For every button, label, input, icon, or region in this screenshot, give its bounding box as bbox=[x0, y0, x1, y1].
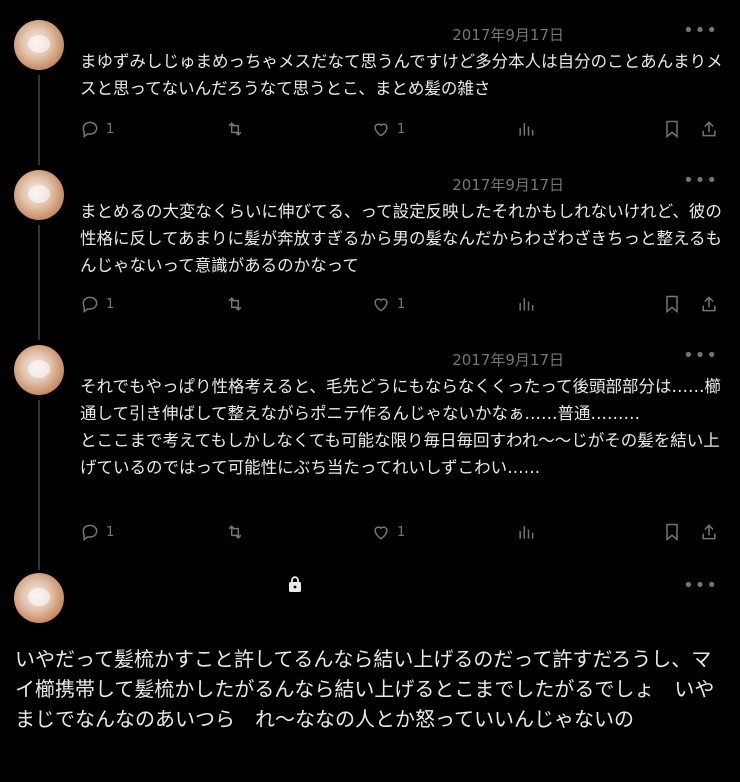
reply-icon bbox=[82, 121, 98, 138]
bookmark-icon bbox=[666, 523, 678, 542]
analytics-icon bbox=[519, 526, 534, 539]
tweet-text: まとめるの大変なくらいに伸びてる、って設定反映したそれかもしれないけれど、彼の性… bbox=[80, 202, 723, 275]
share-icon bbox=[702, 524, 716, 540]
tweet-date[interactable]: 2017年9月17日 bbox=[452, 24, 564, 45]
tweet-actions: 1 1 bbox=[80, 119, 725, 141]
views-button[interactable] bbox=[516, 522, 536, 542]
reply-icon bbox=[82, 524, 98, 541]
share-button[interactable] bbox=[699, 119, 719, 139]
heart-icon bbox=[374, 298, 388, 312]
reply-count: 1 bbox=[106, 121, 115, 137]
thread-line bbox=[38, 400, 40, 570]
reply-button[interactable]: 1 bbox=[80, 119, 114, 139]
share-button[interactable] bbox=[699, 294, 719, 314]
share-icon bbox=[702, 121, 716, 137]
thread-tweet-3[interactable]: 2017年9月17日 ••• それでもやっぱり性格考えると、毛先どうにもならなく… bbox=[0, 340, 740, 570]
bookmark-icon bbox=[666, 295, 678, 314]
tweet-actions: 1 1 bbox=[80, 294, 725, 316]
reply-button[interactable]: 1 bbox=[80, 522, 114, 542]
reply-count: 1 bbox=[106, 296, 115, 312]
analytics-icon bbox=[519, 123, 534, 136]
share-button[interactable] bbox=[699, 522, 719, 542]
views-button[interactable] bbox=[516, 119, 536, 139]
avatar[interactable] bbox=[14, 573, 64, 623]
like-count: 1 bbox=[397, 296, 406, 312]
retweet-icon bbox=[228, 122, 242, 136]
bookmark-button[interactable] bbox=[662, 522, 682, 542]
retweet-icon bbox=[228, 525, 242, 539]
views-button[interactable] bbox=[516, 294, 536, 314]
like-count: 1 bbox=[397, 524, 406, 540]
retweet-icon bbox=[228, 297, 242, 311]
like-button[interactable]: 1 bbox=[371, 294, 405, 314]
reply-button[interactable]: 1 bbox=[80, 294, 114, 314]
thread-line bbox=[38, 75, 40, 165]
retweet-button[interactable] bbox=[225, 119, 245, 139]
more-icon[interactable]: ••• bbox=[683, 20, 718, 41]
like-button[interactable]: 1 bbox=[371, 119, 405, 139]
retweet-button[interactable] bbox=[225, 522, 245, 542]
lock-icon bbox=[289, 576, 301, 592]
like-button[interactable]: 1 bbox=[371, 522, 405, 542]
thread-tweet-1[interactable]: 2017年9月17日 ••• まゆずみしじゅまめっちゃメスだなて思うんですけど多… bbox=[0, 0, 740, 165]
retweet-button[interactable] bbox=[225, 294, 245, 314]
tweet-date[interactable]: 2017年9月17日 bbox=[452, 174, 564, 195]
thread-line bbox=[38, 225, 40, 340]
thread-tweet-2[interactable]: 2017年9月17日 ••• まとめるの大変なくらいに伸びてる、って設定反映した… bbox=[0, 165, 740, 340]
tweet-text: まゆずみしじゅまめっちゃメスだなて思うんですけど多分本人は自分のことあんまりメス… bbox=[80, 52, 723, 98]
analytics-icon bbox=[519, 298, 534, 311]
avatar[interactable] bbox=[14, 20, 64, 70]
heart-icon bbox=[374, 526, 388, 540]
tweet-date[interactable]: 2017年9月17日 bbox=[452, 349, 564, 370]
main-tweet-text: いやだって髪梳かすこと許してるんなら結い上げるのだって許すだろうし、マイ櫛携帯し… bbox=[15, 647, 715, 731]
avatar[interactable] bbox=[14, 345, 64, 395]
bookmark-button[interactable] bbox=[662, 294, 682, 314]
bookmark-icon bbox=[666, 120, 678, 139]
more-icon[interactable]: ••• bbox=[683, 170, 718, 191]
bookmark-button[interactable] bbox=[662, 119, 682, 139]
tweet-text: それでもやっぱり性格考えると、毛先どうにもならなくくったって後頭部部分は……櫛通… bbox=[80, 377, 722, 477]
reply-count: 1 bbox=[106, 524, 115, 540]
like-count: 1 bbox=[397, 121, 406, 137]
avatar[interactable] bbox=[14, 170, 64, 220]
more-icon[interactable]: ••• bbox=[683, 345, 718, 366]
reply-icon bbox=[82, 296, 98, 313]
more-icon[interactable]: ••• bbox=[683, 575, 718, 596]
share-icon bbox=[702, 296, 716, 312]
tweet-actions: 1 1 bbox=[80, 522, 725, 544]
heart-icon bbox=[374, 123, 388, 137]
